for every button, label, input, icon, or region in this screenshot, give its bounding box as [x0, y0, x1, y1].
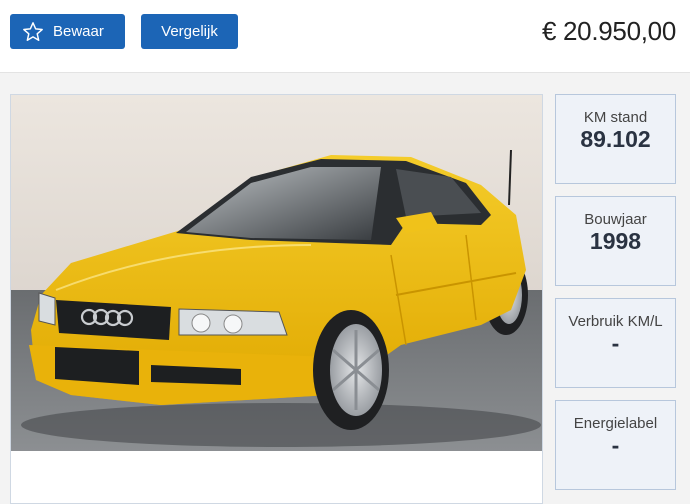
stat-mileage: KM stand 89.102: [555, 94, 676, 184]
save-button-label: Bewaar: [53, 23, 104, 40]
stat-consumption: Verbruik KM/L -: [555, 298, 676, 388]
compare-button[interactable]: Vergelijk: [141, 14, 238, 49]
price: € 20.950,00: [541, 16, 676, 46]
compare-button-label: Vergelijk: [161, 23, 218, 40]
stat-energy-label-value: -: [611, 432, 620, 458]
stat-year-label: Bouwjaar: [584, 211, 647, 228]
top-bar: Bewaar Vergelijk € 20.950,00: [0, 0, 690, 73]
stat-consumption-value: -: [611, 330, 620, 356]
stat-energy-label-label: Energielabel: [573, 415, 658, 432]
stat-mileage-value: 89.102: [580, 126, 651, 152]
star-icon: [22, 21, 44, 43]
stat-mileage-label: KM stand: [583, 109, 648, 126]
stat-year: Bouwjaar 1998: [555, 196, 676, 286]
stat-energy-label: Energielabel -: [555, 400, 676, 490]
save-button[interactable]: Bewaar: [10, 14, 125, 49]
photo-frame: [10, 94, 543, 504]
car-photo[interactable]: [11, 95, 542, 451]
stat-year-value: 1998: [589, 228, 642, 254]
stat-consumption-label: Verbruik KM/L: [568, 313, 663, 330]
